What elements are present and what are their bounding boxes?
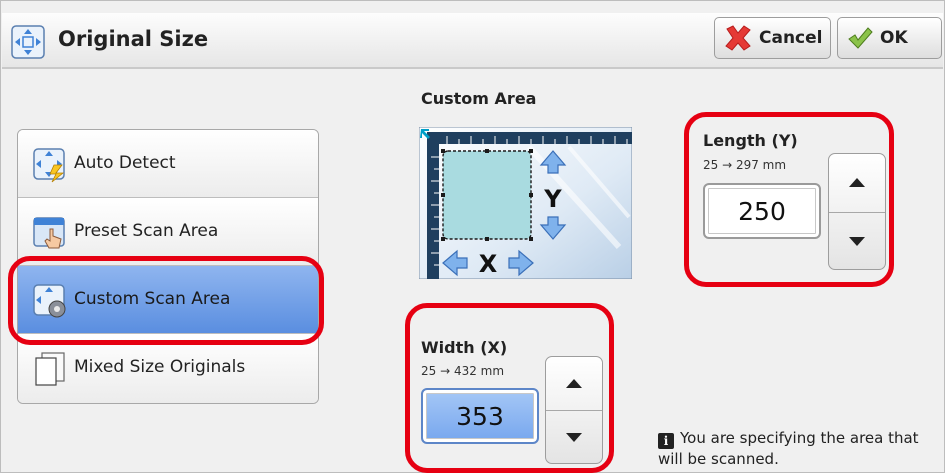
ok-button[interactable]: OK bbox=[837, 17, 942, 59]
width-range: 25 → 432 mm bbox=[421, 364, 505, 378]
option-label: Mixed Size Originals bbox=[74, 357, 246, 377]
option-label: Auto Detect bbox=[74, 153, 176, 173]
triangle-up-icon bbox=[849, 178, 865, 188]
info-note-text: You are specifying the area that will be… bbox=[658, 429, 919, 468]
triangle-up-icon bbox=[566, 379, 582, 388]
diagram-y-label: Y bbox=[543, 185, 562, 213]
cancel-label: Cancel bbox=[759, 28, 823, 48]
info-icon: i bbox=[658, 433, 674, 449]
checkmark-icon bbox=[848, 27, 873, 49]
title-bar: Original Size Cancel OK bbox=[2, 13, 943, 69]
length-stepper bbox=[828, 153, 886, 270]
preset-scan-area-icon bbox=[33, 217, 65, 249]
length-range: 25 → 297 mm bbox=[703, 158, 787, 172]
option-auto-detect[interactable]: Auto Detect bbox=[18, 130, 318, 198]
cancel-button[interactable]: Cancel bbox=[714, 17, 831, 59]
length-title: Length (Y) bbox=[703, 131, 798, 150]
cancel-x-icon bbox=[725, 25, 751, 51]
custom-area-label: Custom Area bbox=[421, 89, 537, 108]
custom-area-diagram: Y X bbox=[419, 127, 632, 279]
diagram-x-label: X bbox=[479, 250, 498, 278]
width-value-field[interactable]: 353 bbox=[421, 388, 539, 444]
width-increment-button[interactable] bbox=[546, 357, 602, 410]
mixed-size-originals-icon bbox=[35, 352, 65, 386]
option-label: Preset Scan Area bbox=[74, 221, 219, 241]
triangle-down-icon bbox=[849, 236, 865, 246]
width-decrement-button[interactable] bbox=[546, 410, 602, 463]
page-title: Original Size bbox=[58, 27, 209, 51]
length-increment-button[interactable] bbox=[829, 154, 885, 212]
original-size-icon bbox=[11, 25, 45, 59]
length-decrement-button[interactable] bbox=[829, 211, 885, 270]
width-title: Width (X) bbox=[421, 338, 508, 357]
triangle-down-icon bbox=[566, 433, 582, 442]
auto-detect-icon bbox=[33, 148, 65, 183]
length-value-field[interactable]: 250 bbox=[703, 183, 821, 239]
highlight-custom-scan-area bbox=[8, 256, 324, 345]
width-stepper bbox=[545, 356, 603, 464]
ok-label: OK bbox=[880, 28, 908, 48]
info-note: i You are specifying the area that will b… bbox=[658, 428, 928, 469]
